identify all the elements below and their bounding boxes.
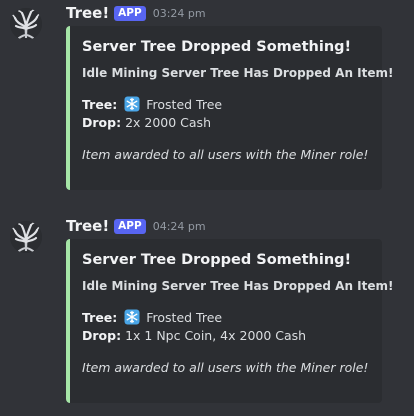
embed-card: Server Tree Dropped Something! Idle Mini… xyxy=(66,239,394,403)
tree-avatar-icon[interactable] xyxy=(10,8,42,40)
timestamp: 04:24 pm xyxy=(152,219,206,233)
drop-label: Drop: xyxy=(82,328,122,343)
username[interactable]: Tree! xyxy=(66,4,109,22)
message-feed: Tree! APP 03:24 pm Server Tree Dropped S… xyxy=(0,0,414,416)
embed-note: Item awarded to all users with the Miner… xyxy=(82,147,369,162)
drop-label: Drop: xyxy=(82,115,122,130)
tree-label: Tree: xyxy=(82,97,118,112)
embed-title: Server Tree Dropped Something! xyxy=(82,39,352,55)
drop-field: Drop: 2x 2000 Cash xyxy=(82,114,370,132)
snowflake-icon xyxy=(124,309,140,325)
tree-value: Frosted Tree xyxy=(146,310,223,325)
username[interactable]: Tree! xyxy=(66,217,109,235)
embed-card: Server Tree Dropped Something! Idle Mini… xyxy=(66,26,394,190)
app-badge: APP xyxy=(114,218,146,234)
embed-note: Item awarded to all users with the Miner… xyxy=(82,360,369,375)
tree-value: Frosted Tree xyxy=(146,97,223,112)
app-badge: APP xyxy=(114,5,146,21)
drop-value: 1x 1 Npc Coin, 4x 2000 Cash xyxy=(125,328,307,343)
timestamp: 03:24 pm xyxy=(152,6,206,20)
tree-field: Tree: Frosted Tree xyxy=(82,96,370,114)
embed-subtitle: Idle Mining Server Tree Has Dropped An I… xyxy=(82,66,394,80)
drop-value: 2x 2000 Cash xyxy=(125,115,211,130)
drop-field: Drop: 1x 1 Npc Coin, 4x 2000 Cash xyxy=(82,327,370,345)
snowflake-icon xyxy=(124,96,140,112)
tree-label: Tree: xyxy=(82,310,118,325)
embed-title: Server Tree Dropped Something! xyxy=(82,252,352,268)
tree-field: Tree: Frosted Tree xyxy=(82,309,370,327)
embed-subtitle: Idle Mining Server Tree Has Dropped An I… xyxy=(82,279,394,293)
message-header: Tree! APP 03:24 pm xyxy=(66,3,206,23)
tree-avatar-icon[interactable] xyxy=(10,221,42,253)
message-header: Tree! APP 04:24 pm xyxy=(66,216,206,236)
